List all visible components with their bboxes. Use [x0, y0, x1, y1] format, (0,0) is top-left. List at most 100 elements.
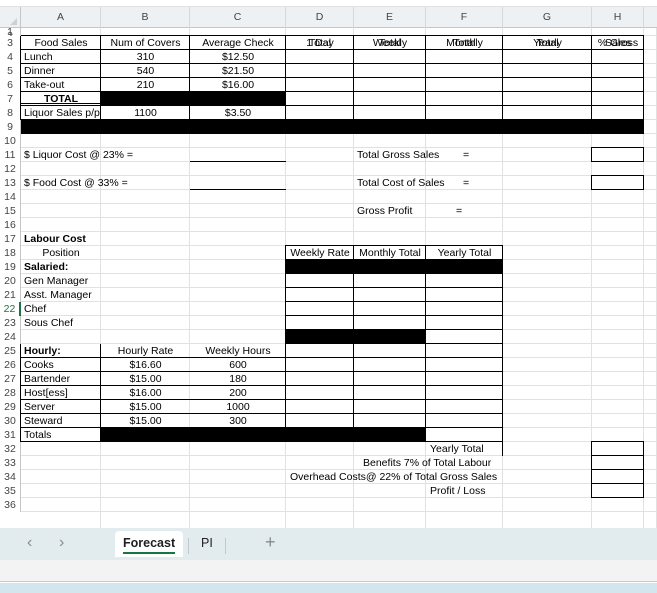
- salaried-position[interactable]: Sous Chef: [21, 316, 101, 330]
- food-item-check[interactable]: $12.50: [190, 50, 286, 64]
- row-header-25[interactable]: 25: [0, 344, 21, 358]
- average-check-header[interactable]: Average Check: [190, 36, 286, 50]
- row-header-10[interactable]: 10: [0, 134, 21, 148]
- food-item-check[interactable]: $21.50: [190, 64, 286, 78]
- row-header-21[interactable]: 21: [0, 288, 21, 302]
- food-item-covers[interactable]: 310: [101, 50, 190, 64]
- column-header-e[interactable]: E: [354, 7, 426, 28]
- summary-value-box[interactable]: [591, 483, 644, 498]
- hourly-rate[interactable]: $16.60: [101, 358, 190, 372]
- row-header-36[interactable]: 36: [0, 498, 21, 512]
- column-header-f[interactable]: F: [426, 7, 503, 28]
- weekly-hours-header[interactable]: Weekly Hours: [190, 344, 286, 358]
- hourly-position[interactable]: Bartender: [21, 372, 101, 386]
- liquor-cost-label[interactable]: $ Liquor Cost @ 23% =: [21, 148, 190, 162]
- spreadsheet-grid[interactable]: 1234567891011121314151617181920212223242…: [0, 27, 657, 528]
- row-header-5[interactable]: 5: [0, 64, 21, 78]
- row-header-27[interactable]: 27: [0, 372, 21, 386]
- row-header-18[interactable]: 18: [0, 246, 21, 260]
- row-header-9[interactable]: 9: [0, 120, 21, 134]
- liquor-covers[interactable]: 1100: [101, 106, 190, 120]
- row-header-6[interactable]: 6: [0, 78, 21, 92]
- yearly-total-header-2[interactable]: Total: [503, 36, 592, 50]
- row-header-3[interactable]: 3: [0, 36, 21, 50]
- row-header-16[interactable]: 16: [0, 218, 21, 232]
- next-sheet-arrow-icon[interactable]: ›: [59, 534, 64, 552]
- row-header-14[interactable]: 14: [0, 190, 21, 204]
- row-header-7[interactable]: 7: [0, 92, 21, 106]
- total-gross-sales-label[interactable]: Total Gross Sales: [354, 148, 503, 162]
- row-header-31[interactable]: 31: [0, 428, 21, 442]
- hourly-rate-header[interactable]: Hourly Rate: [101, 344, 190, 358]
- sheet-tab-forecast[interactable]: Forecast: [115, 531, 184, 557]
- row-header-33[interactable]: 33: [0, 456, 21, 470]
- gross-profit-label[interactable]: Gross Profit: [354, 204, 503, 218]
- row-header-26[interactable]: 26: [0, 358, 21, 372]
- row-header-35[interactable]: 35: [0, 484, 21, 498]
- food-item-label[interactable]: Dinner: [21, 64, 101, 78]
- weekly-hours[interactable]: 180: [190, 372, 286, 386]
- column-header-g[interactable]: G: [503, 7, 592, 28]
- column-header-h[interactable]: H: [592, 7, 644, 28]
- hourly-rate[interactable]: $16.00: [101, 386, 190, 400]
- weekly-hours[interactable]: 1000: [190, 400, 286, 414]
- salaried-label[interactable]: Salaried:: [21, 260, 101, 274]
- salaried-position[interactable]: Gen Manager: [21, 274, 101, 288]
- row-header-29[interactable]: 29: [0, 400, 21, 414]
- pct-gross-header-2[interactable]: Sales: [592, 36, 644, 50]
- food-item-check[interactable]: $16.00: [190, 78, 286, 92]
- row-header-28[interactable]: 28: [0, 386, 21, 400]
- summary-value-box[interactable]: [591, 469, 644, 484]
- monthly-total-header[interactable]: Monthly Total: [354, 246, 426, 260]
- food-item-covers[interactable]: 210: [101, 78, 190, 92]
- labour-cost-title[interactable]: Labour Cost: [21, 232, 101, 246]
- row-header-23[interactable]: 23: [0, 316, 21, 330]
- food-sales-header[interactable]: Food Sales: [21, 36, 101, 50]
- weekly-hours[interactable]: 300: [190, 414, 286, 428]
- weekly-rate-header[interactable]: Weekly Rate: [286, 246, 354, 260]
- liquor-check[interactable]: $3.50: [190, 106, 286, 120]
- select-all-corner[interactable]: [0, 7, 21, 28]
- row-header-24[interactable]: 24: [0, 330, 21, 344]
- hourly-position[interactable]: Cooks: [21, 358, 101, 372]
- salaried-position[interactable]: Asst. Manager: [21, 288, 101, 302]
- sheet-tab-pl[interactable]: PI: [193, 531, 221, 557]
- position-label[interactable]: Position: [21, 246, 101, 260]
- column-header-b[interactable]: B: [101, 7, 190, 28]
- yearly-total-header[interactable]: Yearly Total: [426, 246, 503, 260]
- food-total-label[interactable]: TOTAL: [21, 92, 101, 106]
- hourly-rate[interactable]: $15.00: [101, 372, 190, 386]
- hourly-label[interactable]: Hourly:: [21, 344, 101, 358]
- row-header-15[interactable]: 15: [0, 204, 21, 218]
- hourly-rate[interactable]: $15.00: [101, 400, 190, 414]
- summary-value-box[interactable]: [591, 455, 644, 470]
- food-item-label[interactable]: Take-out: [21, 78, 101, 92]
- weekly-hours[interactable]: 200: [190, 386, 286, 400]
- column-header-d[interactable]: D: [286, 7, 354, 28]
- summary-value-box[interactable]: [591, 441, 644, 456]
- row-header-4[interactable]: 4: [0, 50, 21, 64]
- total-cost-of-sales-label[interactable]: Total Cost of Sales: [354, 176, 503, 190]
- add-sheet-plus-icon[interactable]: +: [265, 532, 276, 553]
- row-header-12[interactable]: 12: [0, 162, 21, 176]
- hourly-position[interactable]: Server: [21, 400, 101, 414]
- row-header-17[interactable]: 17: [0, 232, 21, 246]
- salaried-position[interactable]: Chef: [21, 302, 101, 316]
- hourly-position[interactable]: Host[ess]: [21, 386, 101, 400]
- row-header-22[interactable]: 22: [0, 302, 21, 316]
- row-header-8[interactable]: 8: [0, 106, 21, 120]
- row-header-13[interactable]: 13: [0, 176, 21, 190]
- column-header-c[interactable]: C: [190, 7, 286, 28]
- row-header-19[interactable]: 19: [0, 260, 21, 274]
- hourly-position[interactable]: Steward: [21, 414, 101, 428]
- prev-sheet-arrow-icon[interactable]: ‹: [27, 534, 32, 552]
- food-item-label[interactable]: Lunch: [21, 50, 101, 64]
- row-header-34[interactable]: 34: [0, 470, 21, 484]
- weekly-total-header-2[interactable]: Total: [354, 36, 426, 50]
- day-total-header-2[interactable]: Total: [286, 36, 354, 50]
- row-header-30[interactable]: 30: [0, 414, 21, 428]
- labour-totals-label[interactable]: Totals: [21, 428, 101, 442]
- food-cost-label[interactable]: $ Food Cost @ 33% =: [21, 176, 190, 190]
- row-header-32[interactable]: 32: [0, 442, 21, 456]
- hourly-rate[interactable]: $15.00: [101, 414, 190, 428]
